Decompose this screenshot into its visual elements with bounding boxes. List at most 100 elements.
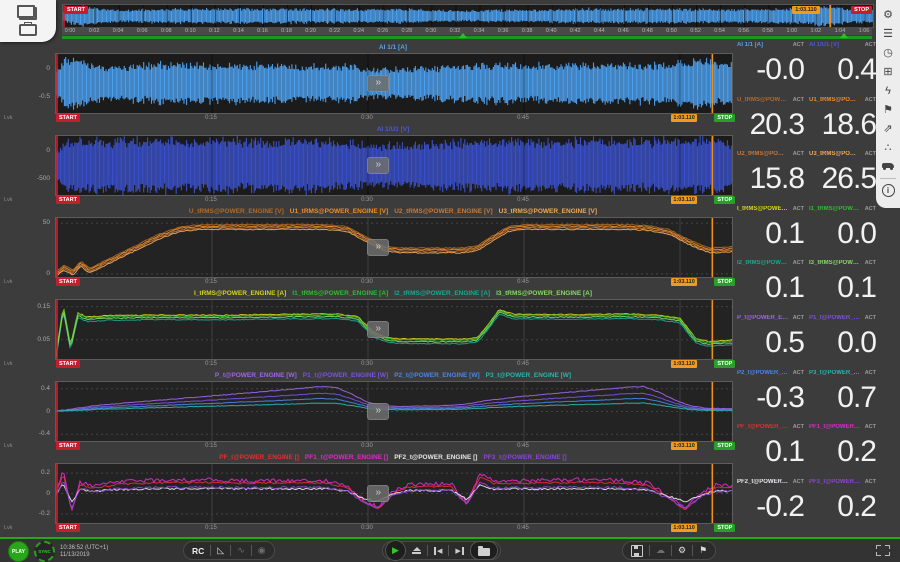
overview-progress-bar[interactable] <box>62 35 872 39</box>
transport-controls: ▶ ◀ ▶ <box>382 541 501 560</box>
fullscreen-button[interactable] <box>876 545 890 556</box>
topology-icon[interactable]: ∴ <box>878 138 898 157</box>
gauge-icon[interactable]: ◷ <box>878 43 898 62</box>
chart-cursor-badge: 1:03.110 <box>671 278 696 286</box>
readout-labels: I3_tRMS@POWER_ENGINE [A]ACT <box>809 260 876 269</box>
x-axis-tick: 0:15 <box>205 443 217 449</box>
channel-name-label: AI 1/U1 [V] <box>809 42 839 48</box>
act-tag: ACT <box>865 42 876 48</box>
readout-labels: P1_t@POWER_ENGINE [W]ACT <box>809 315 876 324</box>
x-axis-tick: 0:30 <box>361 115 373 121</box>
play-button[interactable]: ▶ <box>385 540 406 561</box>
time-text: 10:36:52 (UTC+1) <box>60 545 108 551</box>
chart-plot-u-rms[interactable] <box>55 217 733 278</box>
export-icon[interactable]: ⇗ <box>878 119 898 138</box>
display-selector-tab[interactable] <box>0 0 56 42</box>
expand-gap-button[interactable]: » <box>367 403 389 420</box>
readout-row: I_tRMS@POWER_ENGINE [A]ACT0.1I1_tRMS@POW… <box>737 206 876 260</box>
channel-name-label: P1_t@POWER_ENGINE [W] <box>809 315 861 321</box>
chart-title-part: PF2_t@POWER_ENGINE [] <box>394 454 477 461</box>
readout-labels: P_t@POWER_ENGINE [W]ACT <box>737 315 804 324</box>
export-settings-button[interactable]: ⚙ <box>678 546 686 555</box>
expand-gap-button[interactable]: » <box>367 321 389 338</box>
readout-cell: I3_tRMS@POWER_ENGINE [A]ACT0.1 <box>809 260 876 314</box>
flag-event-button[interactable]: ⚑ <box>699 546 707 555</box>
cursor-tool-button[interactable]: ◺ <box>217 546 224 555</box>
overview-time-tick: 0:54 <box>714 28 725 34</box>
chart-title-i-rms: I_tRMS@POWER_ENGINE [A]I1_tRMS@POWER_ENG… <box>55 288 731 299</box>
expand-gap-button[interactable]: » <box>367 75 389 92</box>
vehicle-icon[interactable] <box>878 157 898 176</box>
folder-icon <box>478 548 490 556</box>
overview-time-tick: 0:42 <box>570 28 581 34</box>
readout-row: AI 1/1 [A]ACT-0.0AI 1/U1 [V]ACT0.4 <box>737 42 876 96</box>
act-tag: ACT <box>793 479 804 485</box>
expand-gap-button[interactable]: » <box>367 157 389 174</box>
readout-cell: P2_t@POWER_ENGINE [W]ACT-0.3 <box>737 370 804 424</box>
chart-plot-ai-1-1[interactable] <box>55 53 733 114</box>
save-button[interactable] <box>631 545 643 557</box>
chart-title-part: I1_tRMS@POWER_ENGINE [A] <box>292 290 388 297</box>
rc-button[interactable]: RC <box>192 546 204 556</box>
circle-tool-button[interactable]: ◉ <box>258 546 266 555</box>
power-icon[interactable]: ϟ <box>878 81 898 100</box>
readout-value: 0.2 <box>809 433 876 471</box>
channel-name-label: U3_tRMS@POWER_ENGINE [V] <box>809 151 861 157</box>
overview-waveform[interactable]: START 1:03.110 STOP <box>62 4 874 28</box>
chart-plot-pf-power[interactable] <box>55 463 733 524</box>
chart-title-part: U3_tRMS@POWER_ENGINE [V] <box>499 208 597 215</box>
flag-marker-icon[interactable]: ⚑ <box>878 100 898 119</box>
overview-stop-badge: STOP <box>851 6 872 14</box>
screen-zoom-icon[interactable]: ⊞ <box>878 62 898 81</box>
chart-footer-row: LvkSTART0:150:300:451:001:03.110STOP <box>0 441 733 452</box>
info-icon[interactable]: i <box>878 181 898 200</box>
readout-labels: P3_t@POWER_ENGINE [W]ACT <box>809 370 876 379</box>
chart-title-part: PF1_t@POWER_ENGINE [] <box>305 454 388 461</box>
chart-plot-p-power[interactable] <box>55 381 733 442</box>
overview-end-marker[interactable] <box>840 33 848 38</box>
x-axis-tick: 0:30 <box>361 525 373 531</box>
overview-cursor-badge: 1:03.110 <box>792 6 819 14</box>
readout-value: 0.4 <box>809 51 876 89</box>
displays-icon <box>19 7 37 20</box>
skip-start-button[interactable]: ◀ <box>434 547 442 555</box>
readout-cell: P1_t@POWER_ENGINE [W]ACT0.0 <box>809 315 876 369</box>
settings-icon[interactable]: ⚙ <box>878 5 898 24</box>
chart-title-p-power: P_t@POWER_ENGINE [W]P1_t@POWER_ENGINE [W… <box>55 370 731 381</box>
channel-list-icon[interactable]: ☰ <box>878 24 898 43</box>
expand-gap-button[interactable]: » <box>367 239 389 256</box>
overview-position-marker[interactable] <box>459 33 467 38</box>
overview-time-tick: 0:02 <box>89 28 100 34</box>
x-axis-tick: 0:15 <box>205 197 217 203</box>
eject-button[interactable] <box>412 547 421 554</box>
overview-recorder[interactable]: START 1:03.110 STOP 0:000:020:040:060:08… <box>62 4 872 38</box>
open-file-button[interactable] <box>470 541 498 560</box>
car-shape <box>882 163 894 168</box>
status-bar: PLAY SYNC 10:36:52 (UTC+1) 11/13/2019 RC… <box>0 537 900 562</box>
x-axis-tick: 0:45 <box>517 115 529 121</box>
channel-name-label: I2_tRMS@POWER_ENGINE [A] <box>737 260 789 266</box>
readout-row: U_tRMS@POWER_ENGINE [V]ACT20.3U1_tRMS@PO… <box>737 97 876 151</box>
overview-time-tick: 0:22 <box>329 28 340 34</box>
chart-plot-ai-1-u1[interactable] <box>55 135 733 196</box>
channel-name-label: U1_tRMS@POWER_ENGINE [V] <box>809 97 861 103</box>
cloud-upload-button[interactable]: ☁ <box>656 546 665 555</box>
skip-end-button[interactable]: ▶ <box>455 547 463 555</box>
wave-tool-button[interactable]: ∿ <box>237 546 245 555</box>
act-tag: ACT <box>865 206 876 212</box>
expand-gap-button[interactable]: » <box>367 485 389 502</box>
readout-cell: U1_tRMS@POWER_ENGINE [V]ACT18.6 <box>809 97 876 151</box>
chart-start-badge: START <box>56 360 80 368</box>
y-axis-tick: 0.15 <box>0 303 50 310</box>
overview-start-badge: START <box>64 6 88 14</box>
readout-cell: PF1_t@POWER_ENGINE []ACT0.2 <box>809 424 876 478</box>
x-axis-tick: 0:45 <box>517 279 529 285</box>
chart-title-part: P2_t@POWER_ENGINE [W] <box>394 372 479 379</box>
chart-title-ai-1-1: AI 1/1 [A] <box>55 42 731 53</box>
act-tag: ACT <box>865 370 876 376</box>
readout-value: 0.1 <box>737 215 804 253</box>
overview-waveform-svg <box>63 5 873 27</box>
right-toolbar: ⚙☰◷⊞ϟ⚑⇗∴ i <box>876 0 900 208</box>
overview-time-tick: 0:16 <box>257 28 268 34</box>
chart-plot-i-rms[interactable] <box>55 299 733 360</box>
